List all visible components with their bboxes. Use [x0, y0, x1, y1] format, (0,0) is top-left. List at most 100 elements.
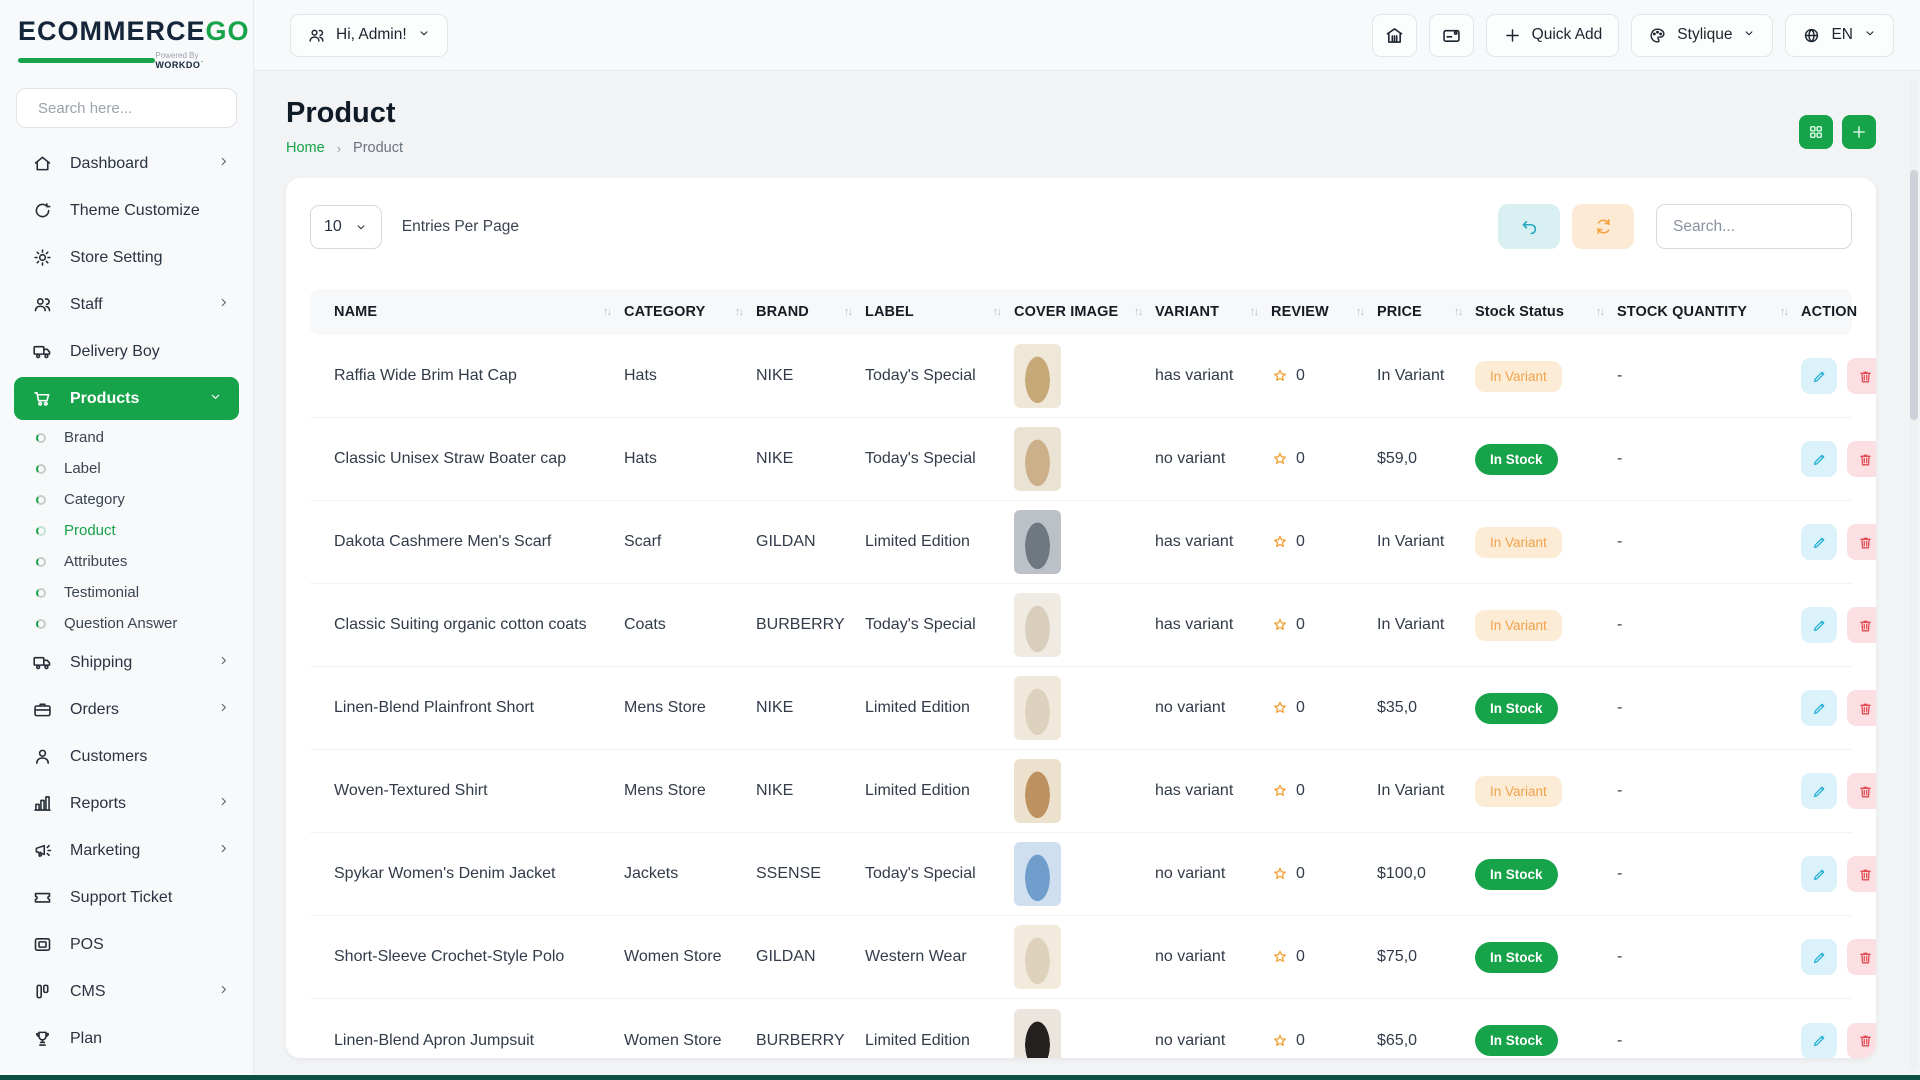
refresh-button[interactable]	[1572, 204, 1634, 249]
product-cover-image	[1014, 759, 1061, 823]
delete-button[interactable]	[1847, 524, 1876, 560]
cell-actions	[1801, 856, 1876, 892]
delete-button[interactable]	[1847, 773, 1876, 809]
table-search-input[interactable]	[1656, 204, 1852, 249]
review-count: 0	[1296, 699, 1305, 717]
delete-button[interactable]	[1847, 1023, 1876, 1059]
table-row: Spykar Women's Denim JacketJacketsSSENSE…	[310, 833, 1852, 916]
add-product-button[interactable]	[1842, 115, 1876, 149]
column-header-label[interactable]: LABEL↑↓	[865, 304, 1014, 320]
column-header-price[interactable]: PRICE↑↓	[1377, 304, 1475, 320]
sidebar-item-support-ticket[interactable]: Support Ticket	[0, 874, 253, 921]
edit-button[interactable]	[1801, 607, 1837, 643]
admin-greeting: Hi, Admin!	[336, 26, 407, 44]
edit-button[interactable]	[1801, 441, 1837, 477]
column-header-brand[interactable]: BRAND↑↓	[756, 304, 865, 320]
cell-brand: SSENSE	[756, 865, 865, 883]
column-header-category[interactable]: CATEGORY↑↓	[624, 304, 756, 320]
sidebar-item-customers[interactable]: Customers	[0, 733, 253, 780]
sidebar-item-marketing[interactable]: Marketing	[0, 827, 253, 874]
sidebar-subitem-label: Category	[64, 491, 125, 508]
sidebar-subitem-label: Attributes	[64, 553, 127, 570]
sidebar-subitem-testimonial[interactable]: Testimonial	[0, 577, 253, 608]
star-icon	[1271, 1032, 1289, 1050]
sidebar-subitem-question-answer[interactable]: Question Answer	[0, 608, 253, 639]
cell-label: Today's Special	[865, 450, 1014, 468]
column-header-cover-image[interactable]: COVER IMAGE↑↓	[1014, 304, 1155, 320]
column-header-stock-quantity[interactable]: STOCK QUANTITY↑↓	[1617, 304, 1801, 320]
delete-button[interactable]	[1847, 690, 1876, 726]
page-scrollbar[interactable]	[1910, 80, 1918, 1070]
sidebar-item-shipping[interactable]: Shipping	[0, 639, 253, 686]
edit-button[interactable]	[1801, 524, 1837, 560]
sidebar-item-orders[interactable]: Orders	[0, 686, 253, 733]
card-button[interactable]	[1429, 14, 1474, 57]
edit-button[interactable]	[1801, 1023, 1837, 1059]
cell-cover-image	[1014, 427, 1155, 491]
sidebar-item-reports[interactable]: Reports	[0, 780, 253, 827]
cell-label: Limited Edition	[865, 533, 1014, 551]
delete-button[interactable]	[1847, 607, 1876, 643]
sidebar-subitem-category[interactable]: Category	[0, 484, 253, 515]
edit-button[interactable]	[1801, 856, 1837, 892]
sidebar-subitem-label[interactable]: Label	[0, 453, 253, 484]
edit-button[interactable]	[1801, 773, 1837, 809]
product-cover-image	[1014, 676, 1061, 740]
breadcrumb-separator: ›	[337, 141, 341, 156]
trash-icon	[1857, 368, 1874, 385]
sidebar-item-staff[interactable]: Staff	[0, 281, 253, 328]
sidebar-item-products[interactable]: Products	[14, 377, 239, 420]
cell-price: In Variant	[1377, 367, 1475, 385]
cell-review: 0	[1271, 699, 1377, 717]
ticket-icon	[32, 887, 53, 908]
delete-button[interactable]	[1847, 856, 1876, 892]
sidebar-item-store-setting[interactable]: Store Setting	[0, 234, 253, 281]
scrollbar-thumb[interactable]	[1910, 170, 1918, 420]
sidebar-subitem-product[interactable]: Product	[0, 515, 253, 546]
sidebar-search[interactable]	[16, 88, 237, 128]
cell-brand: GILDAN	[756, 948, 865, 966]
sidebar-item-plan[interactable]: Plan	[0, 1015, 253, 1062]
delete-button[interactable]	[1847, 441, 1876, 477]
sidebar-item-delivery-boy[interactable]: Delivery Boy	[0, 328, 253, 375]
entries-per-page-select[interactable]: 10	[310, 205, 382, 249]
storefront-button[interactable]	[1372, 14, 1417, 57]
cell-actions	[1801, 358, 1876, 394]
sidebar-subitem-attributes[interactable]: Attributes	[0, 546, 253, 577]
undo-button[interactable]	[1498, 204, 1560, 249]
edit-button[interactable]	[1801, 939, 1837, 975]
sidebar-subitem-brand[interactable]: Brand	[0, 422, 253, 453]
pencil-icon	[1811, 534, 1828, 551]
delete-button[interactable]	[1847, 358, 1876, 394]
sidebar-item-cms[interactable]: CMS	[0, 968, 253, 1015]
edit-button[interactable]	[1801, 690, 1837, 726]
edit-button[interactable]	[1801, 358, 1837, 394]
user-icon	[32, 746, 53, 767]
sidebar-item-label: Delivery Boy	[70, 343, 160, 361]
cell-actions	[1801, 1023, 1876, 1059]
trash-icon	[1857, 949, 1874, 966]
cell-name: Linen-Blend Apron Jumpsuit	[334, 1032, 624, 1050]
admin-menu-button[interactable]: Hi, Admin!	[290, 14, 448, 57]
delete-button[interactable]	[1847, 939, 1876, 975]
stock-status-badge: In Stock	[1475, 859, 1558, 890]
sidebar-item-pos[interactable]: POS	[0, 921, 253, 968]
cell-category: Scarf	[624, 533, 756, 551]
sidebar-search-input[interactable]	[38, 100, 237, 117]
brand-logo[interactable]: ECOMMERCEGO Powered By WORKDO˙	[0, 0, 253, 70]
language-selector[interactable]: EN	[1785, 14, 1894, 57]
quick-add-button[interactable]: Quick Add	[1486, 14, 1620, 57]
breadcrumb-home-link[interactable]: Home	[286, 140, 325, 156]
column-header-variant[interactable]: VARIANT↑↓	[1155, 304, 1271, 320]
column-header-name[interactable]: NAME↑↓	[334, 304, 624, 320]
column-header-review[interactable]: REVIEW↑↓	[1271, 304, 1377, 320]
language-label: EN	[1831, 26, 1853, 44]
cell-stock-status: In Stock	[1475, 859, 1617, 890]
sidebar-item-theme-customize[interactable]: Theme Customize	[0, 187, 253, 234]
sidebar-item-dashboard[interactable]: Dashboard	[0, 140, 253, 187]
column-header-stock-status[interactable]: Stock Status↑↓	[1475, 304, 1617, 320]
cell-actions	[1801, 690, 1876, 726]
grid-view-button[interactable]	[1799, 115, 1833, 149]
cell-price: $65,0	[1377, 1032, 1475, 1050]
theme-selector[interactable]: Stylique	[1631, 14, 1773, 57]
